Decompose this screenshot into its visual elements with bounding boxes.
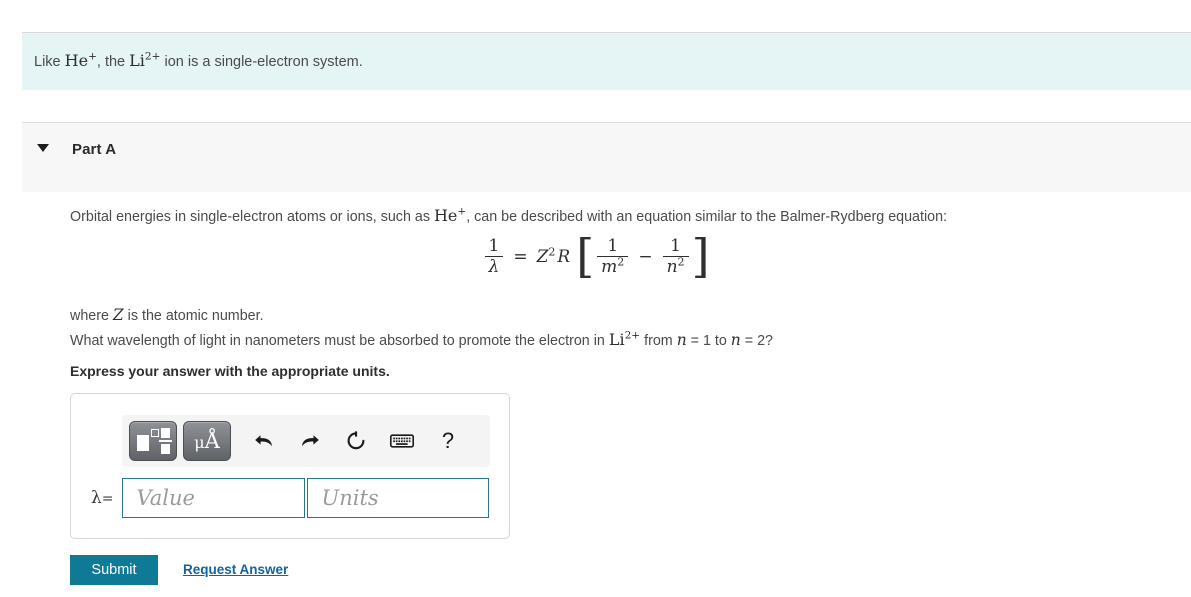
fraction-one-over-n-squared: 1 n2 <box>662 237 689 277</box>
n-variable-initial: n <box>676 331 687 349</box>
n-variable-final: n <box>730 331 741 349</box>
intro-banner: Like He+, the Li2+ ion is a single-elect… <box>22 32 1191 90</box>
units-button[interactable]: μÅ <box>183 421 231 461</box>
part-a-header[interactable]: Part A <box>22 122 1191 192</box>
m-squared: m2 <box>597 256 629 277</box>
intro-statement: Like He+, the Li2+ ion is a single-elect… <box>34 51 363 70</box>
prompt-eq2: = 2? <box>740 333 773 349</box>
fraction-one-over-m-squared: 1 m2 <box>597 237 629 277</box>
reset-circular-arrow-icon <box>347 431 365 450</box>
template-icon-denominator <box>161 444 170 454</box>
where-after: is the atomic number. <box>123 308 264 324</box>
undo-button[interactable] <box>241 421 287 461</box>
keyboard-icon <box>390 434 414 448</box>
request-answer-link[interactable]: Request Answer <box>183 562 288 577</box>
prompt-eq1: = 1 to <box>686 333 731 349</box>
li-ion-symbol: Li2+ <box>129 50 161 70</box>
redo-button[interactable] <box>287 421 333 461</box>
fraction-one-over-lambda: 1 λ <box>484 237 504 277</box>
n-squared: n2 <box>662 256 689 277</box>
li-ion-symbol-inline: Li2+ <box>608 329 641 349</box>
he-ion-symbol: He+ <box>64 50 97 70</box>
intro-text-after: ion is a single-electron system. <box>160 54 363 70</box>
he-ion-symbol-inline: He+ <box>433 205 467 225</box>
equation-inner: 1 λ = Z2 R [ 1 m2 − 1 n2 ] <box>481 228 710 283</box>
intro-text-middle: , the <box>96 54 130 70</box>
template-button[interactable] <box>129 421 177 461</box>
z-squared: Z2 <box>536 245 556 267</box>
help-button[interactable]: ? <box>425 421 471 461</box>
prompt-mid: from <box>640 333 677 349</box>
intro-text-before: Like <box>34 54 65 70</box>
question-intro: Orbital energies in single-electron atom… <box>70 206 947 225</box>
template-icon-bar <box>159 440 172 442</box>
units-input[interactable]: Units <box>306 478 489 518</box>
micro-angstrom-icon: μÅ <box>194 428 220 453</box>
answer-toolbar: μÅ ? <box>122 415 490 467</box>
template-icon-outline-box <box>151 429 159 437</box>
problem-page: Like He+, the Li2+ ion is a single-elect… <box>0 0 1191 597</box>
template-icon-box <box>137 435 149 451</box>
where-note: where Z is the atomic number. <box>70 306 264 324</box>
answer-box: μÅ ? λ= Value Units <box>70 393 510 539</box>
minus-sign: − <box>638 246 653 267</box>
submit-button[interactable]: Submit <box>70 555 158 585</box>
reset-button[interactable] <box>333 421 379 461</box>
part-title: Part A <box>72 141 117 158</box>
caret-down-icon[interactable] <box>37 144 49 152</box>
value-input[interactable]: Value <box>121 478 305 518</box>
question-intro-after: , can be described with an equation simi… <box>466 209 948 225</box>
express-units-note: Express your answer with the appropriate… <box>70 363 390 379</box>
rydberg-equation: 1 λ = Z2 R [ 1 m2 − 1 n2 ] <box>0 228 1191 283</box>
lambda-label: λ= <box>91 488 114 508</box>
atomic-number-variable: Z <box>112 306 124 324</box>
question-prompt: What wavelength of light in nanometers m… <box>70 330 773 349</box>
template-icon-numerator <box>161 428 170 438</box>
keyboard-button[interactable] <box>379 421 425 461</box>
answer-input-row: λ= Value Units <box>91 478 489 518</box>
equals-sign: = <box>513 246 528 267</box>
prompt-before: What wavelength of light in nanometers m… <box>70 333 609 349</box>
undo-arrow-icon <box>255 435 272 447</box>
question-mark-icon: ? <box>441 428 455 453</box>
bracket-open: [ <box>576 228 595 283</box>
bracket-contents: 1 m2 − 1 n2 <box>594 237 691 277</box>
rydberg-constant: R <box>557 246 571 267</box>
bracket-close: ] <box>691 228 710 283</box>
where-before: where <box>70 308 113 324</box>
question-intro-before: Orbital energies in single-electron atom… <box>70 209 434 225</box>
template-icon <box>137 428 172 454</box>
redo-arrow-icon <box>302 435 319 447</box>
